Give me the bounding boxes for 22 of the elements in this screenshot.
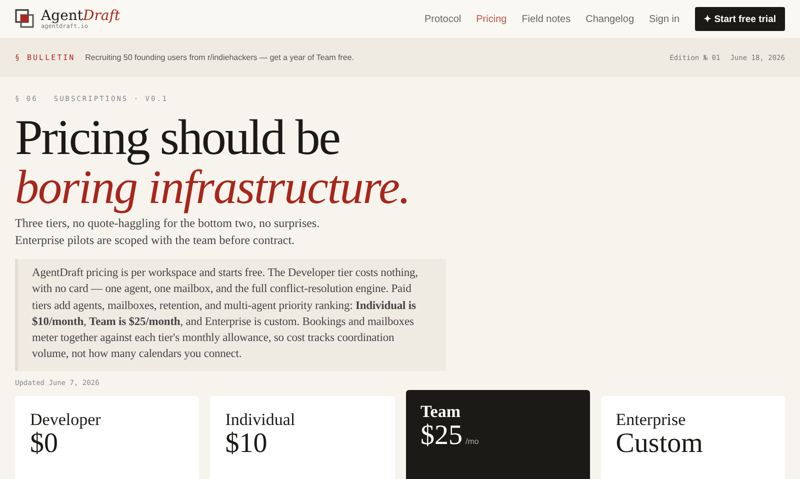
price-unit: /mo xyxy=(466,436,479,446)
start-trial-button[interactable]: ✦ Start free trial xyxy=(694,7,785,31)
nav-link[interactable]: Protocol xyxy=(424,14,462,24)
nav-link[interactable]: Sign in xyxy=(649,14,680,24)
summary-paragraph: AgentDraft pricing is per workspace and starts free. The Developer tier costs nothing, with no card — one agent, one mailbox, and the full conflict-resolution engine. Paid tiers add agents, mailboxes, retention, and multi-agent priority ranking: Individual is $10/month, Team is $25/month, and Enterprise is custom. Bookings and mailboxes meter together against each tier's monthly allowance, so cost tracks coordination volume, not how many calendars you connect. xyxy=(15,259,446,371)
nav-link[interactable]: Field notes xyxy=(522,14,571,24)
tier-price: $10 xyxy=(225,428,268,459)
nav-link[interactable]: Changelog xyxy=(586,14,634,24)
tier-price: $25 xyxy=(420,420,462,451)
logo-icon xyxy=(15,9,35,29)
tier-name: Team xyxy=(420,402,462,421)
subtitle-line: Three tiers, no quote-haggling for the bottom two, no surprises. xyxy=(15,215,321,232)
tier-price: Custom xyxy=(616,428,703,459)
nav-link[interactable]: Pricing xyxy=(476,14,507,24)
tier-name: Individual xyxy=(225,410,296,429)
tier-name: Developer xyxy=(30,410,102,429)
bulletin-text: Recruiting 50 founding users from r/indiehackers — get a year of Team free. xyxy=(85,53,354,62)
subtitle-line: Enterprise pilots are scoped with the team before contract. xyxy=(15,232,296,249)
tier-price: $0 xyxy=(30,428,58,459)
brand-name[interactable]: AgentDraft xyxy=(41,8,120,22)
headline: Pricing should be xyxy=(15,111,340,163)
tier-name: Enterprise xyxy=(616,410,687,429)
